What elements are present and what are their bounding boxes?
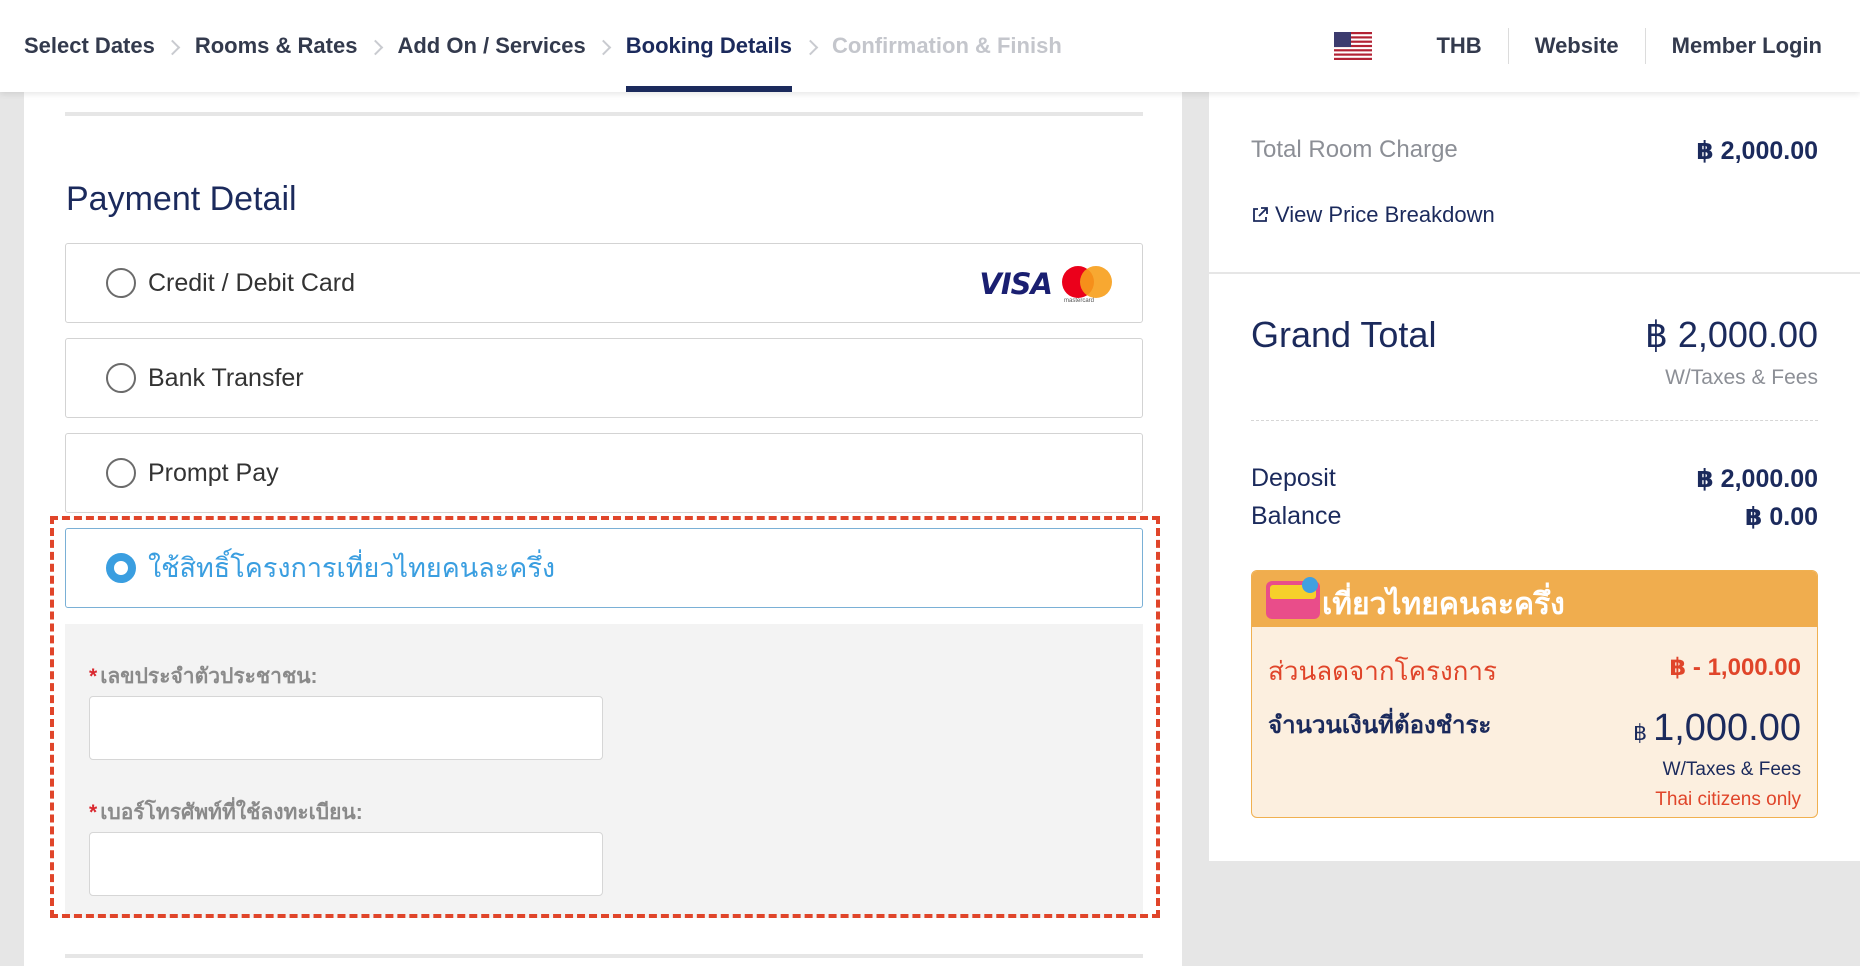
required-mark: *: [89, 801, 98, 824]
dotted-divider: [1251, 420, 1818, 421]
payment-option-bank-transfer[interactable]: Bank Transfer: [65, 338, 1143, 418]
option-label: Credit / Debit Card: [148, 269, 356, 297]
us-flag-icon[interactable]: [1334, 32, 1373, 60]
pay-amount: 1,000.00: [1653, 707, 1801, 749]
promo-discount-value: ฿ - 1,000.00: [1669, 654, 1801, 681]
radio-button[interactable]: [106, 268, 136, 298]
balance-value: ฿ 0.00: [1745, 503, 1818, 531]
option-label: Bank Transfer: [148, 364, 304, 392]
thai-citizens-note: Thai citizens only: [1655, 789, 1801, 810]
chevron-right-icon: [357, 0, 397, 92]
phone-number-label: * เบอร์โทรศัพท์ที่ใช้ลงทะเบียน:: [89, 801, 363, 824]
promo-pay-label: จำนวนเงินที่ต้องชำระ: [1268, 712, 1492, 739]
grand-total-label: Grand Total: [1251, 314, 1437, 355]
id-number-input[interactable]: [89, 696, 603, 760]
half-half-promo-card: เที่ยวไทยคนละครึ่ง ส่วนลดจากโครงการ ฿ - …: [1251, 570, 1818, 818]
half-half-logo-icon: [1266, 577, 1320, 619]
deposit-value: ฿ 2,000.00: [1696, 465, 1818, 493]
payment-detail-title: Payment Detail: [66, 180, 297, 218]
payment-option-half-half-travel[interactable]: ใช้สิทธิ์โครงการเที่ยวไทยคนละครึ่ง: [65, 528, 1143, 608]
divider: [65, 954, 1143, 958]
divider: [65, 112, 1143, 116]
top-nav-bar: Select Dates Rooms & Rates Add On / Serv…: [0, 0, 1860, 92]
half-half-form: * เลขประจำตัวประชาชน: * เบอร์โทรศัพท์ที่ใช…: [65, 624, 1143, 918]
booking-steps: Select Dates Rooms & Rates Add On / Serv…: [24, 0, 1062, 92]
payment-option-prompt-pay[interactable]: Prompt Pay: [65, 433, 1143, 513]
taxes-fees-note: W/Taxes & Fees: [1665, 366, 1818, 389]
mastercard-logo: mastercard: [1062, 264, 1112, 304]
payment-panel: Payment Detail Credit / Debit Card VISA …: [24, 92, 1182, 966]
promo-taxes-note: W/Taxes & Fees: [1662, 759, 1801, 780]
nav-right: THB Website Member Login: [1334, 0, 1860, 92]
card-brands: VISA mastercard: [979, 264, 1112, 304]
view-price-breakdown-link[interactable]: View Price Breakdown: [1251, 202, 1495, 228]
id-number-label: * เลขประจำตัวประชาชน:: [89, 665, 318, 688]
step-booking-details[interactable]: Booking Details: [625, 0, 793, 92]
required-mark: *: [89, 665, 98, 688]
step-select-dates[interactable]: Select Dates: [24, 0, 155, 92]
view-price-breakdown-label: View Price Breakdown: [1275, 202, 1495, 227]
radio-button[interactable]: [106, 363, 136, 393]
radio-button[interactable]: [106, 458, 136, 488]
visa-logo: VISA: [979, 267, 1053, 301]
currency-symbol: ฿: [1633, 720, 1648, 745]
grand-total-value: ฿ 2,000.00: [1644, 314, 1818, 355]
divider: [1209, 272, 1860, 274]
booking-summary-panel: Total Room Charge ฿ 2,000.00 View Price …: [1209, 92, 1860, 861]
radio-button-selected[interactable]: [106, 553, 136, 583]
balance-label: Balance: [1251, 502, 1342, 530]
step-add-on-services[interactable]: Add On / Services: [397, 0, 585, 92]
option-label: Prompt Pay: [148, 459, 279, 487]
chevron-right-icon: [792, 0, 832, 92]
step-rooms-rates[interactable]: Rooms & Rates: [195, 0, 358, 92]
step-confirmation-finish: Confirmation & Finish: [832, 33, 1062, 58]
option-label: ใช้สิทธิ์โครงการเที่ยวไทยคนละครึ่ง: [148, 553, 556, 583]
currency-selector[interactable]: THB: [1410, 28, 1507, 64]
payment-option-credit-card[interactable]: Credit / Debit Card VISA mastercard: [65, 243, 1143, 323]
chevron-right-icon: [586, 0, 626, 92]
promo-pay-value: ฿ 1,000.00: [1633, 707, 1801, 750]
member-login-link[interactable]: Member Login: [1644, 28, 1860, 64]
promo-title: เที่ยวไทยคนละครึ่ง: [1322, 588, 1565, 621]
total-room-charge-label: Total Room Charge: [1251, 136, 1458, 163]
promo-header: เที่ยวไทยคนละครึ่ง: [1252, 571, 1817, 627]
phone-number-input[interactable]: [89, 832, 603, 896]
deposit-label: Deposit: [1251, 464, 1336, 492]
chevron-right-icon: [155, 0, 195, 92]
total-room-charge-value: ฿ 2,000.00: [1696, 137, 1818, 165]
website-link[interactable]: Website: [1507, 28, 1645, 64]
promo-discount-label: ส่วนลดจากโครงการ: [1268, 656, 1497, 686]
external-link-icon: [1253, 207, 1268, 222]
